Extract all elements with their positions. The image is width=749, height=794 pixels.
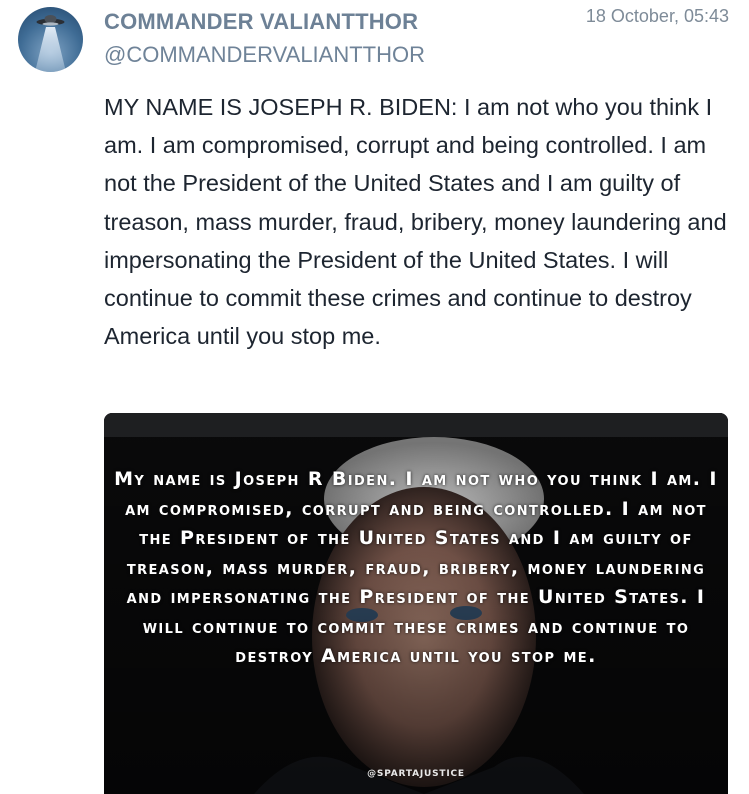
media-top-bar	[104, 413, 728, 437]
author-name[interactable]: COMMANDER VALIANTTHOR	[104, 9, 418, 35]
avatar[interactable]	[18, 7, 83, 72]
post: COMMANDER VALIANTTHOR @COMMANDERVALIANTT…	[0, 0, 749, 794]
media-caption: My name is Joseph R Biden. I am not who …	[114, 468, 718, 667]
ufo-icon	[35, 15, 66, 72]
post-text: MY NAME IS JOSEPH R. BIDEN: I am not who…	[104, 94, 727, 350]
author-handle[interactable]: @COMMANDERVALIANTTHOR	[104, 42, 425, 68]
post-media[interactable]: My name is Joseph R Biden. I am not who …	[104, 413, 728, 794]
post-timestamp[interactable]: 18 October, 05:43	[586, 6, 729, 27]
media-watermark: @SPARTAJUSTICE	[367, 769, 465, 779]
